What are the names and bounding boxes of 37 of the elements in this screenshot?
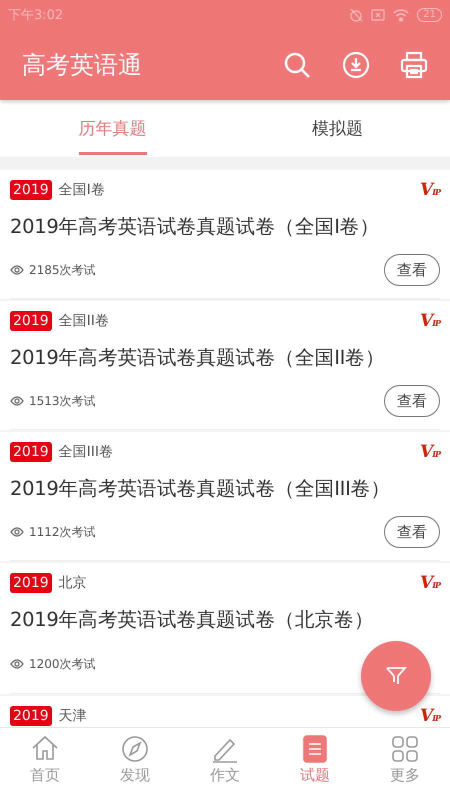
view-button[interactable]: 查看 — [384, 254, 440, 286]
year-tag: 2019 — [10, 442, 52, 462]
eye-icon — [10, 265, 24, 275]
paper-title[interactable]: 2019年高考英语试卷真题试卷（全国II卷） — [10, 344, 440, 371]
wifi-icon — [393, 8, 410, 22]
app-title: 高考英语通 — [22, 50, 143, 81]
search-button[interactable] — [282, 50, 312, 80]
paper-title[interactable]: 2019年高考英语试卷真题试卷（全国III卷） — [10, 475, 440, 502]
year-tag: 2019 — [10, 180, 52, 200]
print-button[interactable] — [400, 51, 428, 79]
view-button[interactable]: 查看 — [384, 385, 440, 417]
view-count: 2185次考试 — [29, 262, 97, 278]
year-tag: 2019 — [10, 573, 52, 593]
paper-title[interactable]: 2019年高考英语试卷真题试卷（北京卷） — [10, 606, 440, 633]
download-button[interactable] — [342, 51, 370, 79]
eye-icon — [10, 527, 24, 537]
region-label: 全国I卷 — [58, 181, 106, 199]
view-count: 1200次考试 — [29, 656, 97, 672]
status-time: 下午3:02 — [8, 7, 64, 24]
list-icon — [300, 734, 330, 766]
paper-title[interactable]: 2019年高考英语试卷真题试卷（全国I卷） — [10, 213, 440, 240]
sim-icon — [371, 8, 386, 22]
region-label: 天津 — [58, 707, 88, 725]
region-label: 北京 — [58, 574, 88, 592]
region-label: 全国III卷 — [58, 443, 114, 461]
tab[interactable]: 模拟题 — [225, 100, 450, 157]
battery-icon: 21 — [417, 8, 442, 22]
view-count: 1112次考试 — [29, 524, 97, 540]
filter-icon — [385, 665, 407, 687]
view-button[interactable]: 查看 — [384, 516, 440, 548]
view-count: 1513次考试 — [29, 392, 97, 410]
region-label: 全国II卷 — [58, 312, 110, 330]
year-tag: 2019 — [10, 311, 52, 331]
year-tag: 2019 — [10, 706, 52, 726]
eye-icon — [10, 396, 24, 406]
alarm-off-icon — [349, 8, 364, 22]
eye-icon — [10, 659, 24, 669]
